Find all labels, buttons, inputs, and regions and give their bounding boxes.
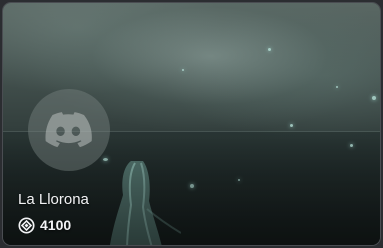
item-title: La Llorona (18, 191, 89, 208)
price-value: 4100 (40, 217, 72, 233)
orb-icon (18, 216, 35, 234)
shop-item-card[interactable]: La Llorona 4100 (2, 2, 381, 246)
discord-logo-icon (28, 89, 110, 171)
price-row: 4100 (18, 215, 71, 235)
